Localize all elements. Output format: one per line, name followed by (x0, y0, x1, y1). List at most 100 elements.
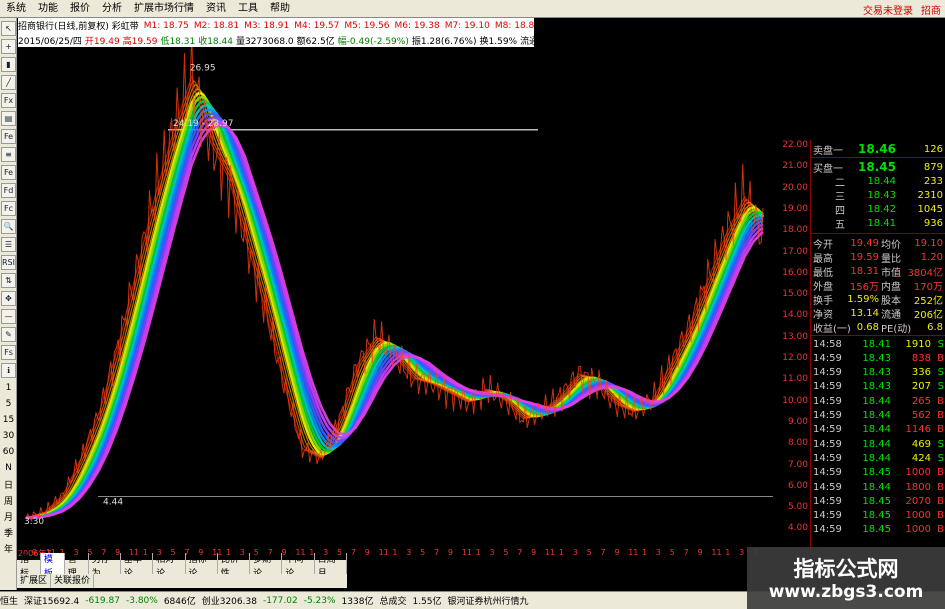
menu-right: 交易未登录 招商 (859, 0, 945, 18)
tick-time: 14:58 (813, 338, 842, 350)
tick-side: B (937, 524, 944, 536)
period-button[interactable]: 月 (1, 509, 16, 523)
ma-legend-item: M8: 18.84 (494, 20, 534, 31)
buy-label: 五 (835, 219, 845, 231)
tick-row: 14:59 18.44 424 S (811, 451, 945, 465)
date-tick: 5 (669, 548, 675, 557)
price-tick: 20.00 (782, 182, 808, 193)
menu-system[interactable]: 系统 (0, 0, 32, 18)
fe-icon[interactable]: Fe (1, 129, 16, 144)
price-tick: 11.00 (782, 374, 808, 385)
tick-price: 18.45 (862, 524, 891, 536)
price-path (25, 47, 764, 523)
broker-link[interactable]: 招商 (917, 2, 945, 17)
kline-info-row: 2015/06/25/四 开19.49 高19.59 低18.31 收18.44 量327… (18, 33, 534, 47)
period-button[interactable]: 30 (1, 429, 16, 443)
tick-row: 14:59 18.44 265 B (811, 394, 945, 408)
status-item: -5.23% (303, 595, 336, 606)
tick-volume: 469 (911, 438, 931, 450)
buy-price: 18.45 (858, 160, 896, 174)
menu-help[interactable]: 帮助 (264, 0, 296, 18)
status-item: 银河证券杭州行情九 (447, 597, 529, 607)
bars-icon[interactable]: ▤ (1, 111, 16, 126)
stat-label: 内盘 (881, 281, 901, 293)
menu-quote[interactable]: 报价 (64, 0, 96, 18)
price-tick: 16.00 (782, 267, 808, 278)
buy-label: 买盘一 (813, 163, 843, 175)
menu-tools[interactable]: 工具 (232, 0, 264, 18)
info-item: 振1.28(6.76%) (411, 36, 477, 47)
chart-icon[interactable]: ▮ (1, 57, 16, 72)
date-tick: 3 (406, 548, 412, 557)
menu-extended-market[interactable]: 扩展市场行情 (128, 0, 200, 18)
chart-annotation: 26.95 (190, 64, 216, 74)
period-button[interactable]: 年 (1, 541, 16, 555)
tick-volume: 207 (911, 381, 931, 393)
period-button[interactable]: 季 (1, 525, 16, 539)
menu-news[interactable]: 资讯 (200, 0, 232, 18)
tick-volume: 336 (911, 367, 931, 379)
tick-row: 14:59 18.43 336 S (811, 366, 945, 380)
rainbow-ma-line (25, 84, 764, 519)
price-tick: 10.00 (782, 395, 808, 406)
tick-price: 18.44 (862, 481, 891, 493)
extension-tab[interactable]: 关联报价 (51, 574, 95, 588)
date-tick: 11 (711, 548, 722, 557)
tick-price: 18.45 (862, 510, 891, 522)
period-button[interactable]: 5 (1, 397, 16, 411)
zoom-icon[interactable]: 🔍 (1, 219, 16, 234)
tick-row: 14:59 18.44 469 S (811, 437, 945, 451)
date-tick: 11 (378, 548, 389, 557)
menu-function[interactable]: 功能 (32, 0, 64, 18)
tick-row: 14:59 18.45 1000 B (811, 466, 945, 480)
tick-volume: 562 (911, 410, 931, 421)
tick-side: S (937, 338, 944, 350)
crosshair-icon[interactable]: + (1, 39, 16, 54)
watermark-title: 指标公式网 (793, 557, 899, 581)
menu-analysis[interactable]: 分析 (96, 0, 128, 18)
price-tick: 17.00 (782, 246, 808, 257)
period-button[interactable]: 日 (1, 477, 16, 491)
tick-time: 14:59 (813, 524, 842, 536)
tick-row: 14:59 18.45 2070 B (811, 494, 945, 508)
stat-value: 19.59 (850, 251, 879, 263)
list-icon[interactable]: ☰ (1, 237, 16, 252)
tick-row: 14:59 18.45 1000 B (811, 509, 945, 523)
stat-label: 净资 (813, 309, 833, 321)
pointer-icon[interactable]: ↖ (1, 21, 16, 36)
buy-row: 买盘一 18.45 879 (811, 160, 945, 175)
trade-login-link[interactable]: 交易未登录 (859, 2, 917, 17)
fs-icon[interactable]: ≡ (1, 147, 16, 162)
rsi-icon[interactable]: RSI (1, 255, 16, 270)
period-button[interactable]: N (1, 461, 16, 475)
buy-label: 二 (835, 177, 845, 189)
line-icon[interactable]: ╱ (1, 75, 16, 90)
status-item: 创业3206.38 (201, 597, 257, 607)
stat-value: 6.8 (927, 321, 943, 333)
period-button[interactable]: 15 (1, 413, 16, 427)
tick-volume: 1000 (905, 510, 931, 522)
info-icon[interactable]: ℹ (1, 363, 16, 378)
fd-icon[interactable]: Fd (1, 183, 16, 198)
move-icon[interactable]: ✥ (1, 291, 16, 306)
period-button[interactable]: 60 (1, 445, 16, 459)
sort-icon[interactable]: ⇅ (1, 273, 16, 288)
extension-tab[interactable]: 扩展区 (17, 574, 52, 588)
stat-row: 收益(一) 0.68 PE(动) 6.8 (811, 320, 945, 335)
period-button[interactable]: 1 (1, 381, 16, 395)
fs2-icon[interactable]: Fs (1, 345, 16, 360)
ma-legend-item: M4: 19.57 (294, 20, 340, 31)
minus-icon[interactable]: — (1, 309, 16, 324)
date-tick: 9 (447, 548, 453, 557)
price-tick: 6.00 (787, 480, 808, 491)
date-tick: 1 (392, 548, 398, 557)
stat-row: 最高 19.59 量比 1.20 (811, 250, 945, 265)
pencil-icon[interactable]: ✎ (1, 327, 16, 342)
period-button[interactable]: 周 (1, 493, 16, 507)
fe2-icon[interactable]: Fe (1, 165, 16, 180)
fx-icon[interactable]: Fx (1, 93, 16, 108)
fc-icon[interactable]: Fc (1, 201, 16, 216)
tick-row: 14:59 18.43 838 B (811, 351, 945, 365)
rainbow-chart[interactable]: 26.95 24.19 - 23.97 4.44 3.30 (18, 47, 773, 547)
divider (811, 157, 945, 158)
